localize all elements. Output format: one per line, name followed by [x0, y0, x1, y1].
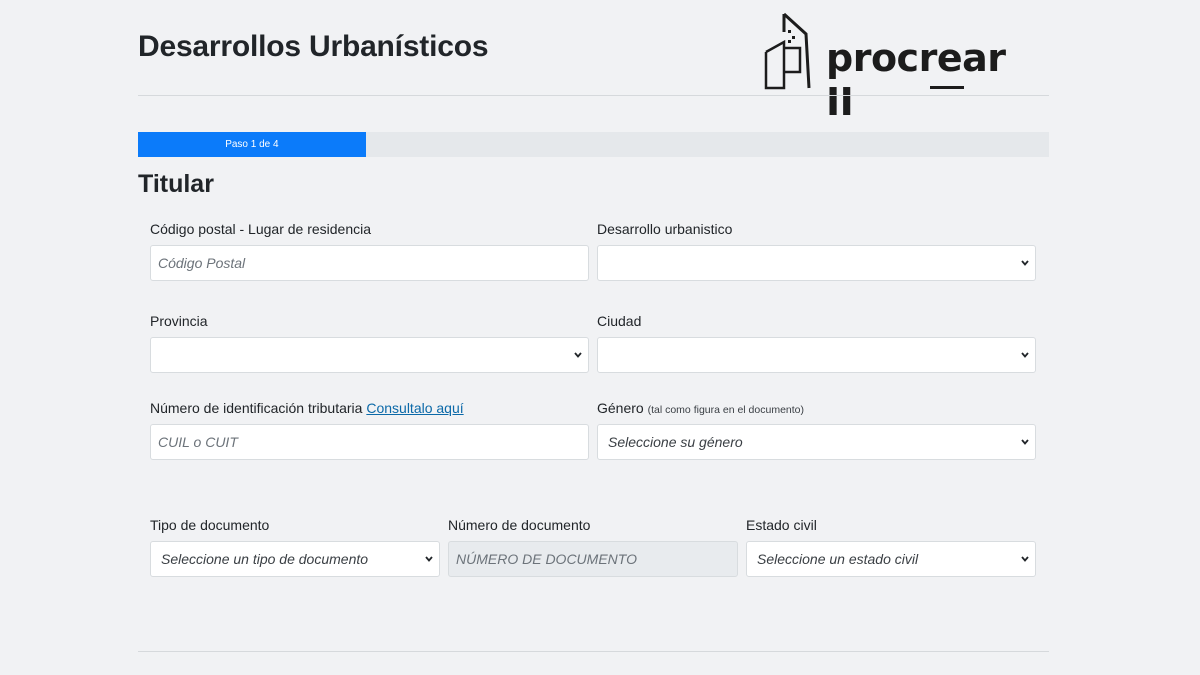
progress-fill: Paso 1 de 4: [138, 132, 366, 157]
estado-civil-selected: Seleccione un estado civil: [757, 551, 919, 567]
logo-underline: [930, 86, 964, 89]
provincia-select[interactable]: [150, 337, 589, 373]
numero-documento-input[interactable]: NÚMERO DE DOCUMENTO: [448, 541, 738, 577]
estado-civil-select[interactable]: Seleccione un estado civil: [746, 541, 1036, 577]
chevron-down-icon: [1021, 556, 1029, 562]
tipo-documento-label: Tipo de documento: [150, 517, 270, 533]
genero-hint: (tal como figura en el documento): [647, 404, 805, 416]
ciudad-select[interactable]: [597, 337, 1036, 373]
ciudad-label: Ciudad: [597, 313, 642, 329]
chevron-down-icon: [1021, 352, 1029, 358]
procrear-logo: procrear II: [762, 12, 1006, 124]
tipo-documento-selected: Seleccione un tipo de documento: [161, 551, 369, 567]
genero-selected: Seleccione su género: [608, 434, 743, 450]
header-divider: [138, 95, 1049, 96]
consultalo-link[interactable]: Consultalo aquí: [366, 400, 463, 416]
cuil-input[interactable]: CUIL o CUIT: [150, 424, 589, 460]
chevron-down-icon: [1021, 439, 1029, 445]
progress-bar: Paso 1 de 4: [138, 132, 1049, 157]
codigo-postal-input[interactable]: Código Postal: [150, 245, 589, 281]
page: Desarrollos Urbanísticos procrear II Pas…: [0, 0, 1200, 675]
logo-text: procrear II: [826, 36, 1006, 124]
building-icon: [764, 12, 811, 90]
section-title: Titular: [138, 170, 214, 198]
cuil-label: Número de identificación tributaria Cons…: [150, 400, 464, 416]
tipo-documento-select[interactable]: Seleccione un tipo de documento: [150, 541, 440, 577]
chevron-down-icon: [574, 352, 582, 358]
chevron-down-icon: [1021, 260, 1029, 266]
codigo-postal-label: Código postal - Lugar de residencia: [150, 221, 372, 237]
genero-label-text: Género: [597, 400, 644, 416]
desarrollo-select[interactable]: [597, 245, 1036, 281]
desarrollo-label: Desarrollo urbanistico: [597, 221, 733, 237]
footer-divider: [138, 651, 1049, 652]
estado-civil-label: Estado civil: [746, 517, 817, 533]
cuil-label-text: Número de identificación tributaria: [150, 400, 363, 416]
genero-label: Género (tal como figura en el documento): [597, 400, 804, 416]
numero-documento-label: Número de documento: [448, 517, 591, 533]
provincia-label: Provincia: [150, 313, 208, 329]
genero-select[interactable]: Seleccione su género: [597, 424, 1036, 460]
chevron-down-icon: [425, 556, 433, 562]
page-title: Desarrollos Urbanísticos: [138, 30, 489, 63]
